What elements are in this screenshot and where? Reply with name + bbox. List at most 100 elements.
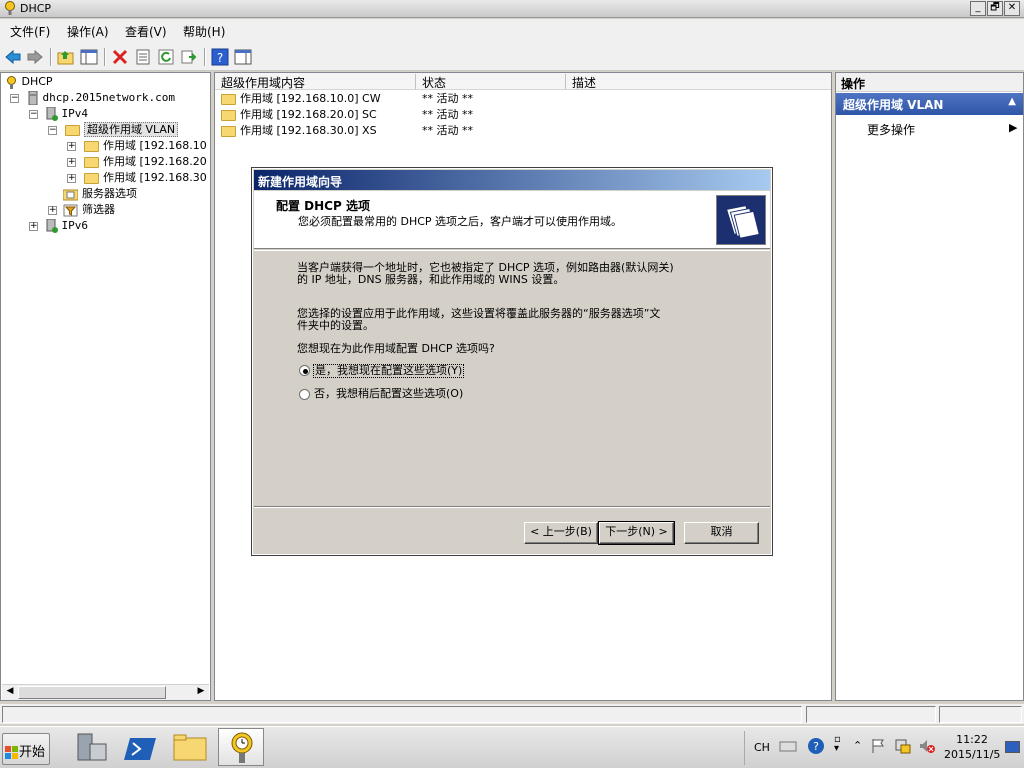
server-manager-icon[interactable] (72, 730, 110, 766)
collapse-up-icon[interactable]: ▲ (1008, 96, 1016, 107)
radio-configure-now[interactable] (299, 365, 310, 376)
explorer-icon[interactable] (171, 730, 209, 766)
restore-button[interactable]: 🗗 (987, 1, 1003, 16)
more-actions-item[interactable]: 更多操作 (867, 121, 915, 138)
column-header-status[interactable]: 状态 (416, 74, 566, 90)
actions-pane: 操作 超级作用域 VLAN ▲ 更多操作 ▶ (835, 72, 1024, 701)
list-item[interactable]: 作用域 [192.168.10.0] CW (221, 91, 381, 107)
export-list-icon[interactable] (180, 48, 198, 66)
ipv6-icon (46, 218, 58, 233)
tree-item-server[interactable]: dhcp.2015network.com (27, 90, 175, 106)
help-icon[interactable]: ? (211, 48, 229, 66)
tree-item-label: 作用域 [192.168.10 (103, 139, 207, 152)
collapse-toggle[interactable]: − (48, 126, 57, 135)
radio-configure-later[interactable] (299, 389, 310, 400)
tree-item-scope-2[interactable]: 作用域 [192.168.20 (84, 154, 207, 170)
scope-status: ** 活动 ** (422, 92, 473, 105)
up-folder-icon[interactable] (57, 48, 75, 66)
delete-icon[interactable] (111, 48, 129, 66)
menu-view[interactable]: 查看(V) (125, 23, 167, 40)
show-desktop-icon[interactable] (1005, 741, 1020, 753)
tree-item-scope-1[interactable]: 作用域 [192.168.10 (84, 138, 207, 154)
expand-toggle[interactable]: + (67, 174, 76, 183)
next-button[interactable]: 下一步(N) > (598, 521, 675, 545)
dhcp-taskbar-button[interactable] (218, 728, 264, 766)
wizard-question: 您想现在为此作用域配置 DHCP 选项吗? (297, 342, 495, 355)
scroll-right-arrow[interactable]: ▶ (194, 686, 208, 699)
minimize-button[interactable]: _ (970, 1, 986, 16)
tree-item-label: IPv6 (61, 219, 89, 232)
menu-action[interactable]: 操作(A) (67, 23, 109, 40)
radio-selected-dot (303, 369, 308, 374)
tree-item-filters[interactable]: 筛选器 (63, 202, 115, 218)
folder-icon (65, 124, 80, 136)
actions-section-label: 超级作用域 VLAN (843, 98, 944, 112)
keyboard-icon[interactable] (779, 737, 797, 755)
status-bar (0, 704, 1024, 724)
tree-item-server-options[interactable]: 服务器选项 (62, 186, 137, 202)
tree-item-label: DHCP (21, 75, 53, 88)
tree-item-label: 筛选器 (82, 203, 115, 216)
back-button[interactable]: < 上一步(B) (524, 522, 598, 544)
tree-item-ipv6[interactable]: IPv6 (46, 218, 88, 234)
horizontal-scrollbar[interactable]: ◀ ▶ (2, 684, 209, 700)
menu-help[interactable]: 帮助(H) (183, 23, 225, 40)
volume-muted-icon[interactable] (918, 737, 936, 755)
collapse-toggle[interactable]: − (29, 110, 38, 119)
ime-options-icon[interactable]: ▫ ▾ (834, 735, 841, 754)
help-circle-icon[interactable]: ? (807, 737, 825, 755)
status-cell (806, 706, 936, 723)
ipv4-icon (46, 106, 58, 121)
folder-icon (84, 172, 99, 184)
cancel-button[interactable]: 取消 (684, 522, 759, 544)
expand-toggle[interactable]: + (67, 142, 76, 151)
action-center-flag-icon[interactable] (870, 737, 886, 755)
wizard-paragraph-2-line-2: 件夹中的设置。 (297, 319, 374, 332)
column-header-description[interactable]: 描述 (566, 74, 832, 90)
action-pane-icon[interactable] (234, 48, 252, 66)
forward-arrow-icon[interactable] (26, 48, 44, 66)
menu-file[interactable]: 文件(F) (10, 23, 50, 40)
radio-configure-now-label[interactable]: 是，我想现在配置这些选项(Y) (313, 364, 465, 378)
clock-date[interactable]: 2015/11/5 (944, 748, 1000, 761)
network-icon[interactable] (895, 737, 911, 755)
language-indicator[interactable]: CH (754, 741, 770, 754)
back-arrow-icon[interactable] (4, 48, 22, 66)
list-item[interactable]: 作用域 [192.168.30.0] XS (221, 123, 377, 139)
show-hidden-icons-chevron-icon[interactable]: ⌃ (853, 739, 862, 752)
list-item[interactable]: 作用域 [192.168.20.0] SC (221, 107, 377, 123)
toolbar-separator (104, 48, 106, 66)
start-button[interactable]: 开始 (2, 733, 50, 765)
show-hide-tree-icon[interactable] (80, 48, 98, 66)
tree-item-superscope[interactable]: 超级作用域 VLAN (65, 122, 179, 138)
menu-bar: 文件(F) 操作(A) 查看(V) 帮助(H) (0, 19, 1024, 43)
refresh-icon[interactable] (157, 48, 175, 66)
expand-toggle[interactable]: + (48, 206, 57, 215)
windows-logo-icon (5, 745, 18, 759)
column-header-name[interactable]: 超级作用域内容 (215, 74, 416, 90)
tree-item-label: IPv4 (61, 107, 89, 120)
tree-item-dhcp-root[interactable]: DHCP (5, 74, 53, 90)
scrollbar-thumb[interactable] (18, 686, 166, 699)
collapse-toggle[interactable]: − (10, 94, 19, 103)
folder-icon (84, 140, 99, 152)
wizard-subheading: 您必须配置最常用的 DHCP 选项之后，客户端才可以使用作用域。 (298, 215, 623, 228)
tree-item-scope-3[interactable]: 作用域 [192.168.30 (84, 170, 207, 186)
radio-configure-later-label[interactable]: 否，我想稍后配置这些选项(O) (314, 388, 463, 400)
expand-toggle[interactable]: + (29, 222, 38, 231)
powershell-icon[interactable] (122, 730, 160, 766)
tree-item-ipv4[interactable]: IPv4 (46, 106, 88, 122)
close-button[interactable]: ✕ (1004, 1, 1020, 16)
toolbar: ? (0, 43, 1024, 71)
scroll-left-arrow[interactable]: ◀ (3, 686, 17, 699)
properties-icon[interactable] (134, 48, 152, 66)
wizard-paragraph-1-line-2: 的 IP 地址，DNS 服务器，和此作用域的 WINS 设置。 (297, 273, 565, 286)
filter-icon (63, 204, 78, 216)
folder-icon (221, 109, 236, 121)
dhcp-app-icon (5, 1, 15, 15)
clock-time[interactable]: 11:22 (944, 733, 1000, 746)
expand-toggle[interactable]: + (67, 158, 76, 167)
start-label: 开始 (19, 745, 46, 760)
tree-item-label: 作用域 [192.168.20 (103, 155, 207, 168)
actions-section-superscope[interactable]: 超级作用域 VLAN ▲ (836, 93, 1023, 115)
